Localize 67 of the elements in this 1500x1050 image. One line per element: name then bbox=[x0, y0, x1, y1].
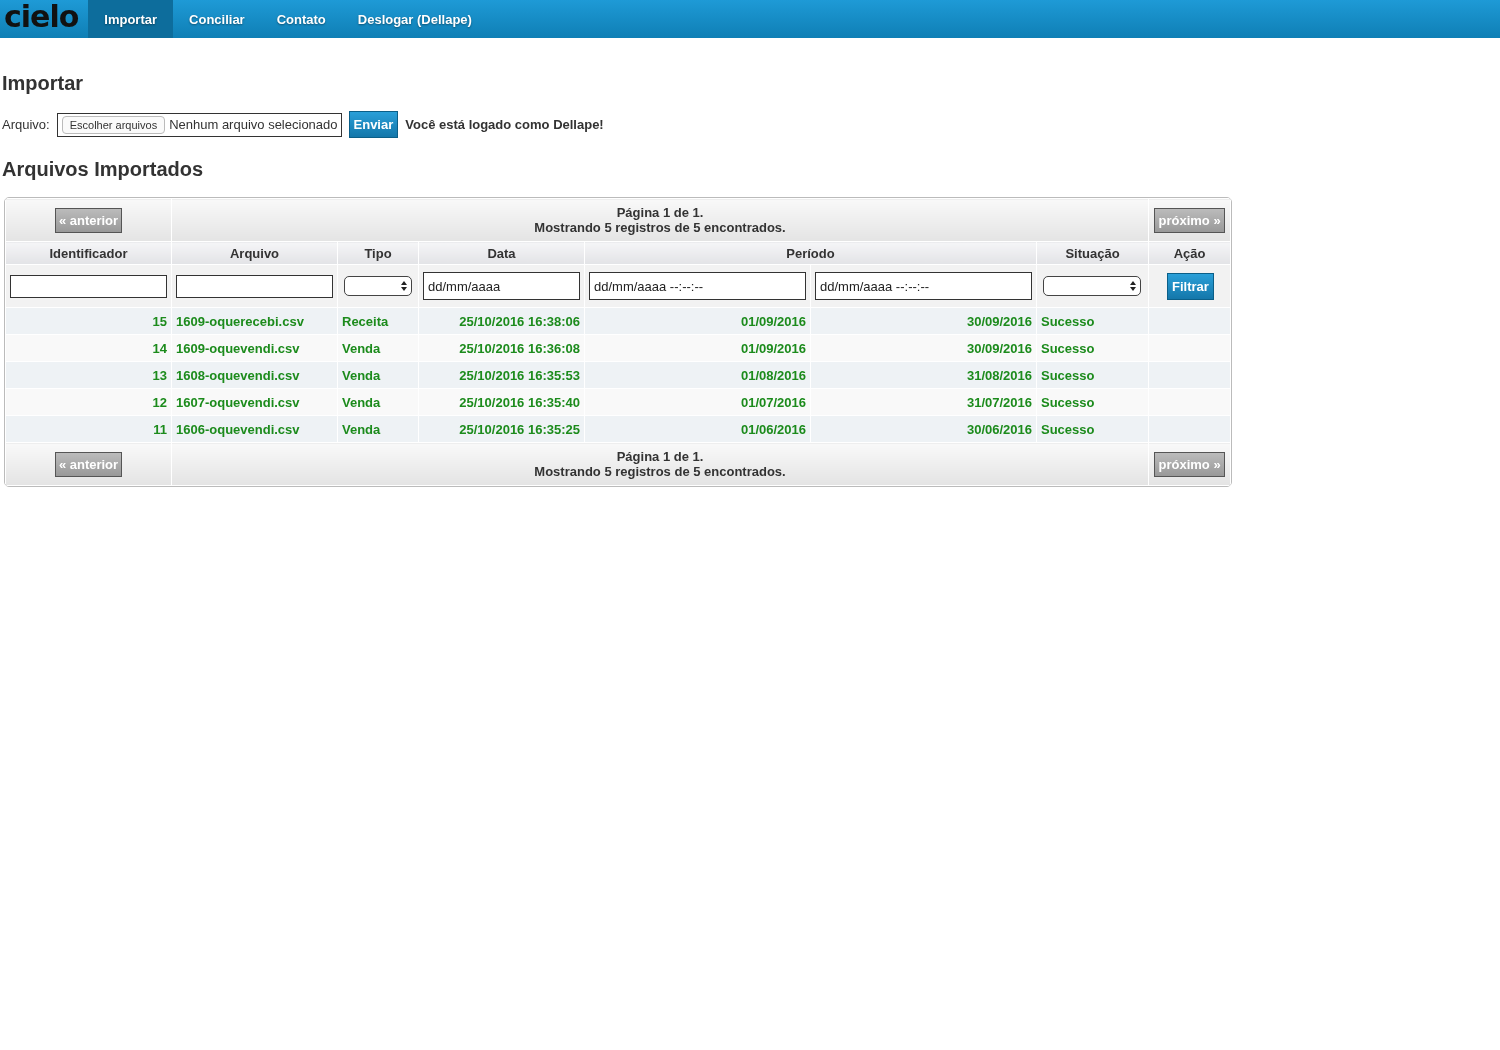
table-cell: 1608-oquevendi.csv bbox=[176, 367, 300, 383]
table-cell: 1609-oquevendi.csv bbox=[176, 340, 300, 356]
table-cell: 12 bbox=[152, 394, 167, 410]
nav-link[interactable]: Conciliar bbox=[173, 0, 261, 38]
table-cell: 01/07/2016 bbox=[740, 394, 806, 410]
table-cell: 25/10/2016 16:35:53 bbox=[459, 367, 580, 383]
table-cell: 25/10/2016 16:35:25 bbox=[459, 421, 580, 437]
choose-files-button[interactable]: Escolher arquivos bbox=[61, 115, 166, 134]
table-cell: Sucesso bbox=[1041, 394, 1095, 410]
table-cell: 15 bbox=[152, 313, 167, 329]
table-cell: 1606-oquevendi.csv bbox=[176, 421, 300, 437]
filter-dropdown[interactable] bbox=[1043, 276, 1141, 296]
table-cell: 30/06/2016 bbox=[966, 421, 1032, 437]
filter-button[interactable]: Filtrar bbox=[1167, 272, 1214, 300]
table-cell: Sucesso bbox=[1041, 367, 1095, 383]
nav-link[interactable]: Deslogar (Dellape) bbox=[341, 0, 488, 38]
submit-button[interactable]: Enviar bbox=[348, 111, 399, 138]
table-cell: 01/09/2016 bbox=[740, 313, 806, 329]
dropdown-arrows-icon bbox=[401, 281, 407, 291]
table-cell: 30/09/2016 bbox=[966, 340, 1032, 356]
column-header: Situação bbox=[1036, 241, 1149, 265]
table-cell: 14 bbox=[152, 340, 167, 356]
table-cell: Venda bbox=[342, 394, 381, 410]
table-cell: 25/10/2016 16:36:08 bbox=[459, 340, 580, 356]
file-label: Arquivo: bbox=[2, 117, 50, 132]
table-cell: 31/08/2016 bbox=[966, 367, 1032, 383]
table-cell: Receita bbox=[342, 313, 389, 329]
table-cell: 31/07/2016 bbox=[966, 394, 1032, 410]
table-cell: Venda bbox=[342, 340, 381, 356]
date-filter-field[interactable]: dd/mm/aaaa --:--:-- bbox=[815, 272, 1032, 300]
filter-field[interactable] bbox=[10, 274, 167, 298]
table-cell: Sucesso bbox=[1041, 340, 1095, 356]
table-cell: Sucesso bbox=[1041, 313, 1095, 329]
table-cell: Venda bbox=[342, 367, 381, 383]
nav-link[interactable]: Importar bbox=[88, 0, 174, 38]
date-filter-field[interactable]: dd/mm/aaaa --:--:-- bbox=[589, 272, 806, 300]
table-cell: 30/09/2016 bbox=[966, 313, 1032, 329]
records-summary: Mostrando 5 registros de 5 encontrados. bbox=[533, 220, 787, 235]
login-note: Você está logado como Dellape! bbox=[405, 117, 604, 132]
table-cell: 25/10/2016 16:38:06 bbox=[459, 313, 580, 329]
nav-link[interactable]: Contato bbox=[260, 0, 342, 38]
page-title: Importar bbox=[2, 72, 85, 95]
page-indicator: Página 1 de 1. bbox=[615, 205, 705, 220]
filter-field[interactable] bbox=[176, 274, 333, 298]
table-cell: 01/09/2016 bbox=[740, 340, 806, 356]
table-cell: 01/08/2016 bbox=[740, 367, 806, 383]
file-status: Nenhum arquivo selecionado bbox=[169, 117, 338, 132]
column-header: Período bbox=[584, 241, 1037, 265]
table-cell: 1609-oquerecebi.csv bbox=[176, 313, 304, 329]
table-cell: 13 bbox=[152, 367, 167, 383]
table-cell: Sucesso bbox=[1041, 421, 1095, 437]
table-cell: 1607-oquevendi.csv bbox=[176, 394, 300, 410]
table-cell: Venda bbox=[342, 421, 381, 437]
column-header: Data bbox=[418, 241, 585, 265]
page-indicator: Página 1 de 1. bbox=[615, 449, 705, 464]
table-cell: 11 bbox=[153, 421, 167, 437]
table-cell: 01/06/2016 bbox=[740, 421, 806, 437]
table-cell: 25/10/2016 16:35:40 bbox=[459, 394, 580, 410]
column-header: Arquivo bbox=[171, 241, 338, 265]
date-filter-field[interactable]: dd/mm/aaaa bbox=[423, 272, 580, 300]
logo[interactable]: cielo bbox=[0, 0, 89, 38]
file-input[interactable]: Escolher arquivos Nenhum arquivo selecionado bbox=[56, 112, 342, 137]
section-title: Arquivos Importados bbox=[2, 158, 205, 181]
column-header: Identificador bbox=[5, 241, 172, 265]
records-summary: Mostrando 5 registros de 5 encontrados. bbox=[533, 464, 787, 479]
filter-dropdown[interactable] bbox=[344, 276, 412, 296]
dropdown-arrows-icon bbox=[1130, 281, 1136, 291]
